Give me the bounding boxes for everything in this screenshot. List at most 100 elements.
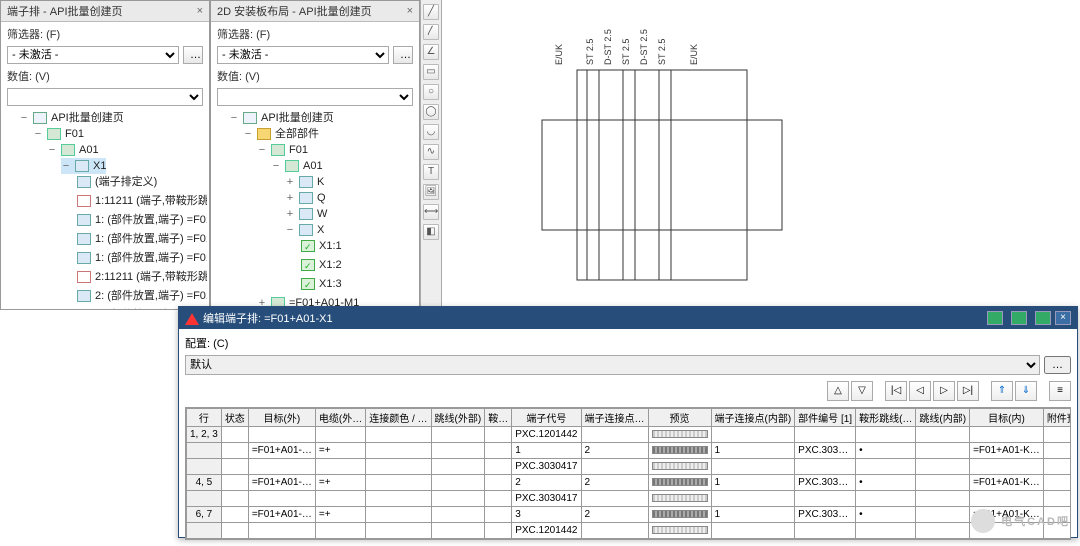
grid-cell[interactable]	[485, 459, 512, 475]
grid-cell[interactable]	[248, 459, 315, 475]
grid-cell[interactable]	[1043, 491, 1071, 507]
grid-cell[interactable]: 2	[581, 507, 648, 523]
grid-cell[interactable]: =+	[315, 443, 365, 459]
grid-cell[interactable]: 1	[711, 507, 795, 523]
tb-btn-5[interactable]: ▷	[933, 381, 955, 401]
grid-cell[interactable]: PXC.3030417	[512, 459, 581, 475]
grid-cell[interactable]: =F01+A01-…	[248, 443, 315, 459]
col-header[interactable]: 跳线(内部)	[916, 409, 970, 427]
grid-cell[interactable]	[711, 523, 795, 539]
tool-text-icon[interactable]: T	[423, 164, 439, 180]
grid-cell[interactable]	[366, 459, 431, 475]
grid-cell[interactable]	[581, 523, 648, 539]
col-header[interactable]: 预览	[648, 409, 711, 427]
grid-cell[interactable]	[366, 475, 431, 491]
grid-cell[interactable]	[916, 475, 970, 491]
value-select-mid[interactable]	[217, 88, 413, 106]
grid-cell[interactable]	[1043, 427, 1071, 443]
grid-cell[interactable]	[581, 459, 648, 475]
grid-cell[interactable]	[221, 491, 248, 507]
tb-btn-down[interactable]: ⇓	[1015, 381, 1037, 401]
grid-cell[interactable]	[221, 459, 248, 475]
col-header[interactable]: 端子代号	[512, 409, 581, 427]
grid-cell[interactable]: 1	[512, 443, 581, 459]
grid-cell[interactable]: 3	[512, 507, 581, 523]
value-select-left[interactable]	[7, 88, 203, 106]
grid-cell[interactable]	[856, 523, 916, 539]
grid-cell[interactable]	[431, 523, 485, 539]
grid-cell[interactable]	[485, 523, 512, 539]
grid-cell[interactable]	[248, 427, 315, 443]
tool-extra-icon[interactable]: ◧	[423, 224, 439, 240]
grid-cell[interactable]	[366, 507, 431, 523]
col-header[interactable]: 鞍形跳线(…	[856, 409, 916, 427]
grid-cell[interactable]	[581, 427, 648, 443]
grid-cell[interactable]	[485, 475, 512, 491]
grid-cell[interactable]: =+	[315, 507, 365, 523]
grid-cell[interactable]	[970, 459, 1044, 475]
close-icon[interactable]: ×	[407, 5, 413, 17]
grid-cell[interactable]	[366, 491, 431, 507]
col-header[interactable]: 目标(外)	[248, 409, 315, 427]
grid-cell[interactable]	[1043, 475, 1071, 491]
tool-dim-icon[interactable]: ⟷	[423, 204, 439, 220]
grid-cell[interactable]	[916, 523, 970, 539]
grid-cell[interactable]	[970, 427, 1044, 443]
grid-cell[interactable]	[795, 427, 856, 443]
tool-circle-icon[interactable]: ○	[423, 84, 439, 100]
col-header[interactable]: 部件编号 [1]	[795, 409, 856, 427]
grid-cell[interactable]	[431, 507, 485, 523]
grid-cell[interactable]: 1, 2, 3	[187, 427, 222, 443]
tree-mid[interactable]: −API批量创建页 −全部部件 −F01 −A01 +K	[213, 108, 417, 309]
grid-cell[interactable]	[795, 491, 856, 507]
tool-curve-icon[interactable]: ∿	[423, 144, 439, 160]
tree-a01[interactable]: A01	[79, 142, 99, 158]
tool-ellipse-icon[interactable]: ◯	[423, 104, 439, 120]
grid-cell[interactable]	[795, 523, 856, 539]
filter-select-mid[interactable]: - 未激活 -	[217, 46, 389, 64]
grid-cell[interactable]	[856, 427, 916, 443]
col-header[interactable]: 鞍…	[485, 409, 512, 427]
grid-cell[interactable]	[221, 523, 248, 539]
grid-cell[interactable]	[315, 427, 365, 443]
grid-cell[interactable]	[431, 491, 485, 507]
grid-cell[interactable]	[970, 491, 1044, 507]
grid-cell[interactable]	[315, 459, 365, 475]
grid-cell[interactable]	[856, 491, 916, 507]
grid-cell[interactable]: 4, 5	[187, 475, 222, 491]
grid-cell[interactable]: =F01+A01-…	[248, 507, 315, 523]
grid-cell[interactable]: 6, 7	[187, 507, 222, 523]
grid-cell[interactable]: PXC.303…	[795, 475, 856, 491]
grid-cell[interactable]	[1043, 459, 1071, 475]
tb-btn-3[interactable]: |◁	[885, 381, 907, 401]
terminal-grid[interactable]: 行状态目标(外)电缆(外…连接颜色 / …跳线(外部)鞍…端子代号端子连接点…预…	[186, 408, 1071, 539]
grid-cell[interactable]	[648, 459, 711, 475]
grid-cell[interactable]	[187, 443, 222, 459]
grid-cell[interactable]: =F01+A01-K…	[970, 507, 1044, 523]
grid-cell[interactable]	[711, 491, 795, 507]
tb-btn-extra[interactable]: ≡	[1049, 381, 1071, 401]
col-header[interactable]: 端子连接点…	[581, 409, 648, 427]
grid-cell[interactable]	[248, 523, 315, 539]
grid-cell[interactable]: PXC.303…	[795, 507, 856, 523]
col-header[interactable]: 目标(内)	[970, 409, 1044, 427]
grid-cell[interactable]	[856, 459, 916, 475]
grid-cell[interactable]	[221, 443, 248, 459]
grid-cell[interactable]: •	[856, 507, 916, 523]
tool-rect-icon[interactable]: ▭	[423, 64, 439, 80]
grid-cell[interactable]	[221, 427, 248, 443]
grid-cell[interactable]: •	[856, 475, 916, 491]
grid-cell[interactable]	[221, 507, 248, 523]
close-icon[interactable]: ×	[197, 5, 203, 17]
config-select[interactable]: 默认	[185, 355, 1040, 375]
col-header[interactable]: 行	[187, 409, 222, 427]
tool-image-icon[interactable]: 🖼	[423, 184, 439, 200]
grid-cell[interactable]	[1043, 507, 1071, 523]
grid-cell[interactable]	[187, 459, 222, 475]
titlebar-icon-2[interactable]	[1011, 311, 1027, 325]
grid-cell[interactable]	[431, 475, 485, 491]
grid-cell[interactable]: 1	[711, 475, 795, 491]
grid-cell[interactable]	[648, 443, 711, 459]
col-header[interactable]: 电缆(外…	[315, 409, 365, 427]
filter-more-button[interactable]: …	[393, 46, 413, 64]
